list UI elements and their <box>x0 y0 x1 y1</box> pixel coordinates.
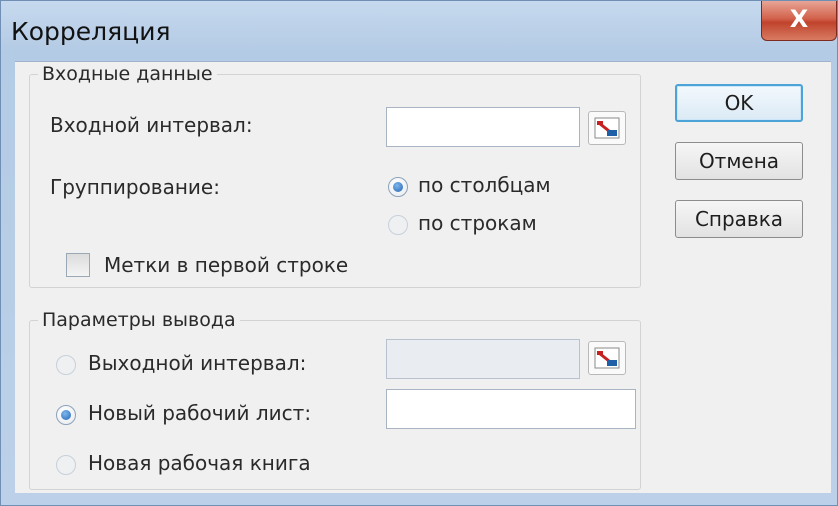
grouping-columns-radio[interactable] <box>388 177 408 197</box>
window-title: Корреляция <box>11 17 171 46</box>
output-group-caption: Параметры вывода <box>38 309 240 331</box>
input-range-ref-button[interactable] <box>588 111 626 145</box>
new-sheet-name-field[interactable] <box>386 389 636 429</box>
new-workbook-radio[interactable] <box>56 455 76 475</box>
close-button[interactable]: X <box>761 1 837 41</box>
input-range-field[interactable] <box>386 107 580 147</box>
help-button[interactable]: Справка <box>675 200 803 238</box>
input-data-group: Входные данные Входной интервал: Группир… <box>29 63 641 288</box>
output-range-radio[interactable] <box>56 355 76 375</box>
range-select-icon <box>594 347 620 369</box>
cancel-button[interactable]: Отмена <box>675 142 803 180</box>
input-group-caption: Входные данные <box>38 63 217 85</box>
close-icon: X <box>789 5 809 33</box>
ok-button[interactable]: OK <box>675 84 803 122</box>
new-workbook-label[interactable]: Новая рабочая книга <box>88 451 311 475</box>
labels-first-row-checkbox[interactable] <box>66 253 90 277</box>
dialog-client-area: Входные данные Входной интервал: Группир… <box>15 61 831 493</box>
output-range-label[interactable]: Выходной интервал: <box>88 351 306 375</box>
new-sheet-label[interactable]: Новый рабочий лист: <box>88 401 311 425</box>
grouping-columns-label[interactable]: по столбцам <box>418 173 551 197</box>
grouping-label: Группирование: <box>50 175 220 199</box>
output-options-group: Параметры вывода Выходной интервал: Новы… <box>29 309 641 490</box>
input-range-label: Входной интервал: <box>50 113 253 137</box>
new-sheet-radio[interactable] <box>56 405 76 425</box>
correlation-dialog: Корреляция X Входные данные Входной инте… <box>0 0 838 506</box>
output-range-field[interactable] <box>386 339 580 379</box>
grouping-rows-label[interactable]: по строкам <box>418 211 537 235</box>
range-select-icon <box>594 117 620 139</box>
grouping-rows-radio[interactable] <box>388 215 408 235</box>
output-range-ref-button[interactable] <box>588 341 626 375</box>
labels-first-row-label[interactable]: Метки в первой строке <box>104 253 348 277</box>
title-bar[interactable]: Корреляция X <box>1 1 838 63</box>
